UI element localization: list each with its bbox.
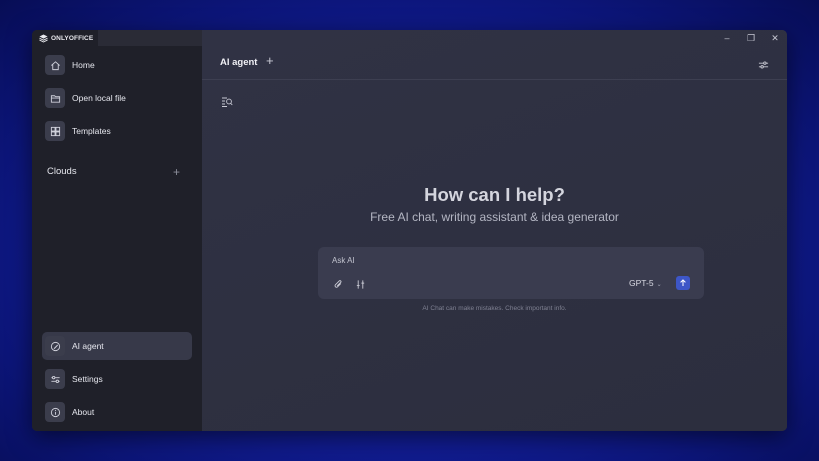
sidebar-item-label: Open local file: [72, 93, 126, 103]
hero-title: How can I help?: [424, 184, 565, 205]
sliders-icon: [45, 369, 65, 389]
app-title-tab[interactable]: ONLYOFFICE: [32, 30, 105, 46]
minimize-button[interactable]: –: [715, 30, 739, 46]
info-icon: [45, 402, 65, 422]
new-chat-button[interactable]: +: [266, 54, 274, 68]
disclaimer-text: AI Chat can make mistakes. Check importa…: [422, 305, 567, 312]
sidebar-item-templates[interactable]: Templates: [42, 117, 192, 145]
chat-history-icon[interactable]: [221, 94, 233, 112]
folder-icon: [45, 88, 65, 108]
home-icon: [45, 55, 65, 75]
main-header: AI agent +: [202, 46, 787, 80]
sidebar-item-open-local-file[interactable]: Open local file: [42, 84, 192, 112]
sidebar-item-label: About: [72, 407, 95, 417]
send-button[interactable]: [676, 276, 690, 290]
restore-button[interactable]: ❐: [739, 30, 763, 46]
chat-input-box[interactable]: Ask AI GPT-5 ⌄: [318, 247, 704, 299]
sidebar-item-ai-agent[interactable]: AI agent: [42, 332, 192, 360]
arrow-up-icon: [680, 279, 686, 286]
sidebar-item-about[interactable]: About: [42, 398, 192, 426]
window-controls: – ❐ ✕: [715, 30, 787, 46]
templates-icon: [45, 121, 65, 141]
app-window: ONLYOFFICE Home Open local file Template…: [32, 30, 787, 431]
main-panel: – ❐ ✕ AI agent + How can I help? Free AI…: [202, 30, 787, 431]
chevron-down-icon: ⌄: [656, 282, 662, 288]
clouds-heading: Clouds: [47, 166, 77, 177]
chat-settings-icon[interactable]: [758, 57, 769, 75]
chat-input-placeholder[interactable]: Ask AI: [332, 256, 355, 265]
sidebar-item-label: AI agent: [72, 341, 104, 351]
model-select[interactable]: GPT-5 ⌄: [629, 278, 662, 288]
sidebar-item-label: Settings: [72, 374, 103, 384]
attach-icon[interactable]: [333, 277, 344, 295]
hero-subtitle: Free AI chat, writing assistant & idea g…: [370, 210, 619, 224]
add-cloud-button[interactable]: +: [173, 166, 180, 178]
app-name: ONLYOFFICE: [51, 34, 94, 42]
sidebar-item-label: Templates: [72, 126, 111, 136]
sidebar-item-label: Home: [72, 60, 95, 70]
model-select-value: GPT-5: [629, 278, 654, 288]
tools-icon[interactable]: [355, 277, 366, 295]
sidebar-item-home[interactable]: Home: [42, 51, 192, 79]
ai-edit-icon: [45, 336, 65, 356]
onlyoffice-logo-icon: [39, 33, 48, 43]
close-button[interactable]: ✕: [763, 30, 787, 46]
tab-ai-agent[interactable]: AI agent: [220, 57, 257, 68]
titlebar-drag-area[interactable]: [98, 30, 202, 46]
sidebar-item-settings[interactable]: Settings: [42, 365, 192, 393]
sidebar: ONLYOFFICE Home Open local file Template…: [32, 30, 202, 431]
